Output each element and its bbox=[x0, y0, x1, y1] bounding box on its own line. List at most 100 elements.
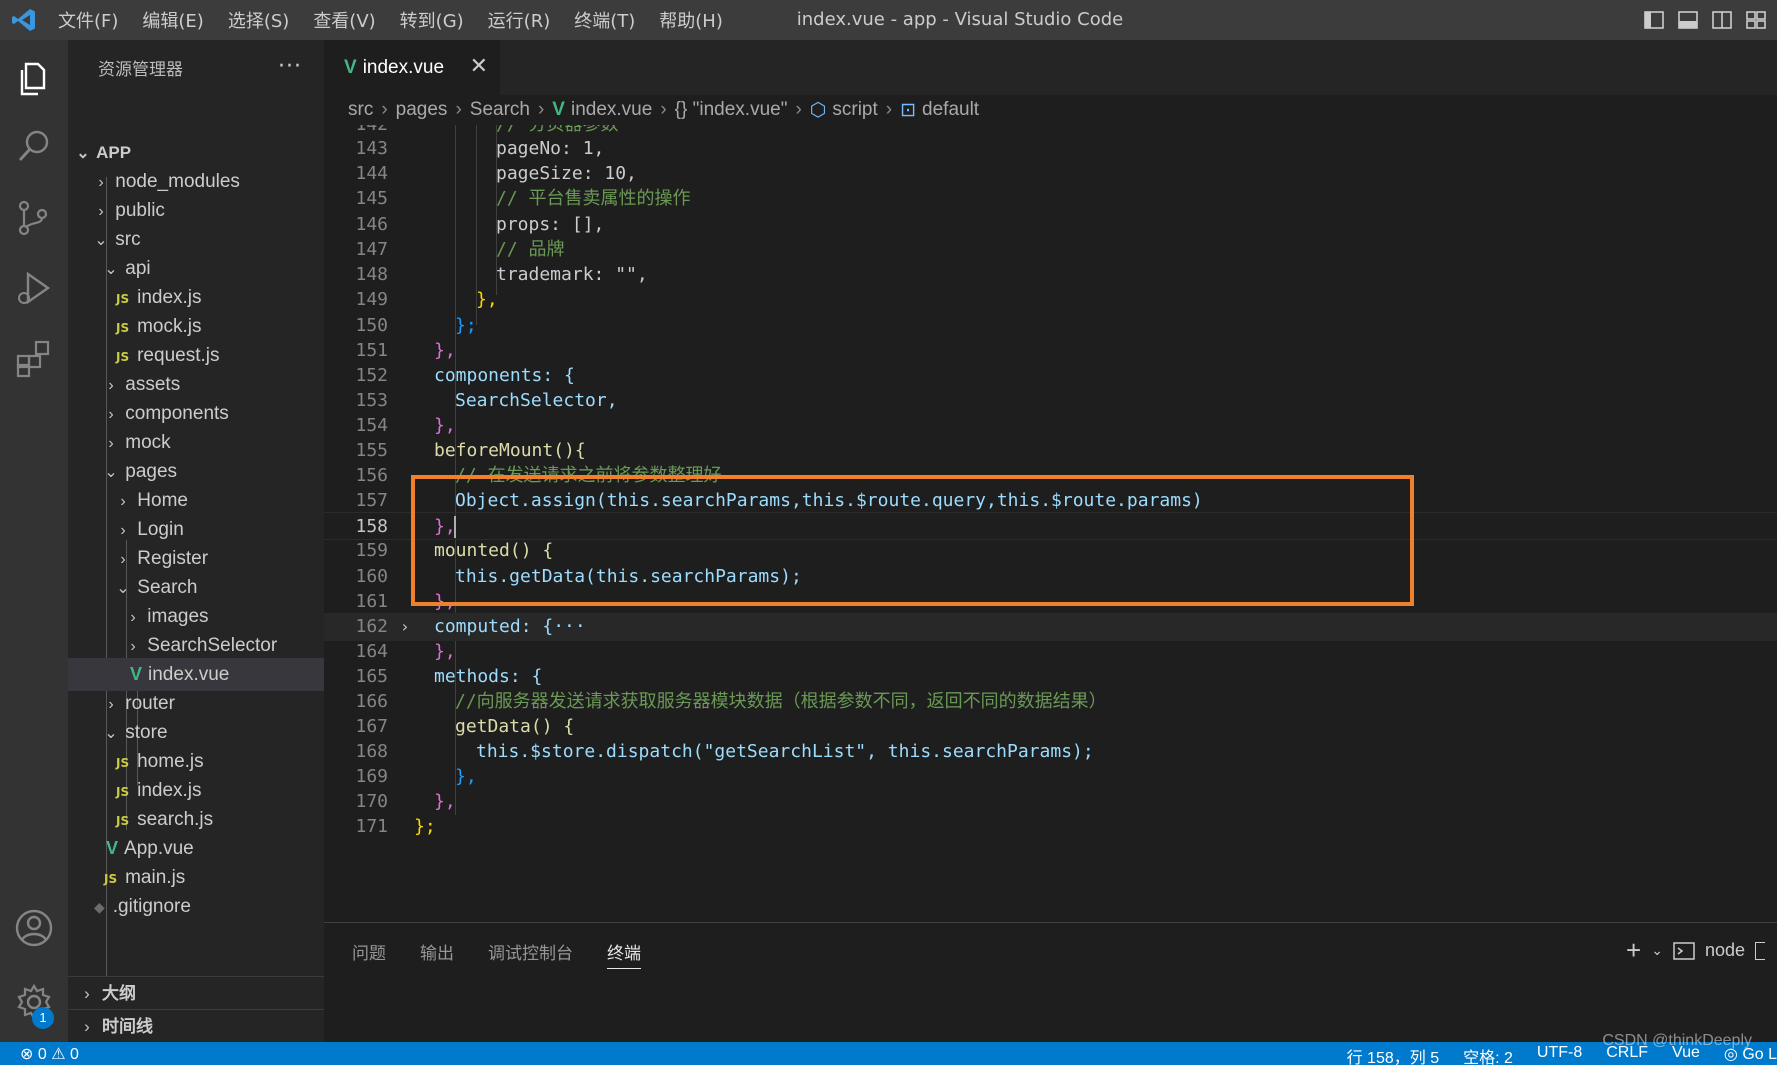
cursor-position[interactable]: 行 158，列 5 bbox=[1347, 1044, 1440, 1065]
bottom-panel: 问题 输出 调试控制台 终端 + ⌄ node bbox=[324, 922, 1777, 1042]
extensions-icon[interactable] bbox=[12, 336, 56, 380]
js-file-icon: JS bbox=[116, 756, 130, 770]
code-text: pageSize: 10, bbox=[496, 163, 637, 184]
editor-tabs: V index.vue ✕ bbox=[324, 40, 1777, 95]
code-text: computed: {··· bbox=[434, 616, 586, 637]
files-icon[interactable] bbox=[12, 56, 56, 100]
menu-selection[interactable]: 选择(S) bbox=[228, 7, 289, 33]
tree-item-label: router bbox=[125, 693, 175, 714]
code-line: 168 this.$store.dispatch("getSearchList",… bbox=[324, 738, 1777, 766]
breadcrumb-item[interactable]: script bbox=[832, 99, 877, 121]
warning-count: 0 bbox=[70, 1046, 79, 1063]
run-debug-icon[interactable] bbox=[12, 266, 56, 310]
terminal-icon bbox=[1673, 941, 1695, 960]
accounts-icon[interactable] bbox=[12, 906, 56, 950]
code-text: getData() { bbox=[455, 716, 575, 737]
git-file-icon: ◆ bbox=[94, 899, 105, 915]
terminal-controls: + ⌄ node bbox=[1626, 935, 1765, 966]
problems-status[interactable]: ⊗ 0 ⚠ 0 bbox=[20, 1044, 79, 1064]
code-text: components: { bbox=[434, 365, 575, 386]
more-actions-icon[interactable]: ··· bbox=[278, 54, 302, 79]
encoding[interactable]: UTF-8 bbox=[1537, 1044, 1582, 1065]
chevron-down-icon[interactable]: ⌄ bbox=[1651, 942, 1663, 959]
code-line-folded: 162 › computed: {··· bbox=[324, 613, 1777, 641]
code-text: methods: { bbox=[434, 666, 543, 687]
tree-item-label: api bbox=[125, 258, 151, 279]
search-icon[interactable] bbox=[12, 124, 56, 168]
tree-item-label: APP bbox=[96, 143, 132, 162]
breadcrumb-item[interactable]: default bbox=[922, 99, 979, 121]
vue-file-icon: V bbox=[344, 56, 357, 78]
tree-item-label: src bbox=[115, 229, 141, 250]
tree-item-label: search.js bbox=[137, 809, 214, 830]
tree-item-label: Login bbox=[137, 519, 184, 540]
menu-view[interactable]: 查看(V) bbox=[313, 7, 375, 33]
code-text: this.$store.dispatch("getSearchList", th… bbox=[476, 741, 1094, 762]
code-text: }, bbox=[434, 791, 456, 812]
tree-item-label: images bbox=[147, 606, 209, 627]
tree-item-label: components bbox=[125, 403, 229, 424]
tree-item-label: request.js bbox=[137, 345, 220, 366]
menu-file[interactable]: 文件(F) bbox=[58, 7, 118, 33]
tab-index-vue[interactable]: V index.vue ✕ bbox=[324, 40, 500, 95]
toggle-secondary-sidebar-icon[interactable] bbox=[1711, 9, 1733, 31]
tree-item-label: Home bbox=[137, 490, 188, 511]
vscode-logo-icon bbox=[12, 9, 35, 31]
js-file-icon: JS bbox=[116, 814, 130, 828]
code-text: pageNo: 1, bbox=[496, 138, 605, 159]
timeline-label: 时间线 bbox=[102, 1017, 153, 1036]
menu-go[interactable]: 转到(G) bbox=[400, 7, 464, 33]
split-terminal-icon[interactable] bbox=[1755, 941, 1765, 960]
breadcrumb-item[interactable]: Search bbox=[470, 99, 530, 121]
timeline-section[interactable]: › 时间线 bbox=[68, 1009, 324, 1042]
tab-output[interactable]: 输出 bbox=[420, 939, 454, 969]
toggle-sidebar-icon[interactable] bbox=[1643, 9, 1665, 31]
outline-section[interactable]: › 大纲 bbox=[68, 976, 324, 1009]
tab-debug-console[interactable]: 调试控制台 bbox=[488, 939, 573, 969]
customize-layout-icon[interactable] bbox=[1745, 9, 1767, 31]
code-line: 164}, bbox=[324, 638, 1777, 666]
code-line: 143 pageNo: 1, bbox=[324, 135, 1777, 163]
activity-bar bbox=[0, 40, 68, 1042]
settings-update-badge: 1 bbox=[32, 1007, 54, 1029]
code-line: 151}, bbox=[324, 337, 1777, 365]
fold-chevron-icon[interactable]: › bbox=[400, 613, 410, 641]
tree-item-label: Register bbox=[137, 548, 209, 569]
breadcrumb-item[interactable]: src bbox=[348, 99, 373, 121]
tree-item-label: App.vue bbox=[124, 838, 194, 859]
code-line: 167 getData() { bbox=[324, 713, 1777, 741]
explorer-header: 资源管理器 ··· bbox=[68, 40, 324, 95]
toggle-panel-icon[interactable] bbox=[1677, 9, 1699, 31]
breadcrumb-item[interactable]: {} "index.vue" bbox=[675, 99, 788, 121]
watermark: CSDN @thinkDeeply bbox=[1602, 1032, 1752, 1049]
code-text: }, bbox=[434, 641, 456, 662]
breadcrumb-item[interactable]: index.vue bbox=[571, 99, 652, 121]
code-line: 169}, bbox=[324, 763, 1777, 791]
symbol-module-icon: ⬡ bbox=[809, 99, 827, 121]
breadcrumb-item[interactable]: pages bbox=[396, 99, 448, 121]
js-file-icon: JS bbox=[116, 321, 130, 335]
warning-icon: ⚠ bbox=[51, 1046, 66, 1063]
code-text: }, bbox=[434, 415, 456, 436]
explorer-title: 资源管理器 bbox=[98, 60, 183, 80]
code-text: trademark: "", bbox=[496, 264, 648, 285]
tab-terminal[interactable]: 终端 bbox=[607, 939, 641, 969]
menu-edit[interactable]: 编辑(E) bbox=[142, 7, 203, 33]
tree-item-gitignore[interactable]: ◆ .gitignore bbox=[68, 890, 324, 923]
menu-terminal[interactable]: 终端(T) bbox=[574, 7, 635, 33]
source-control-icon[interactable] bbox=[12, 196, 56, 240]
code-line: 144 pageSize: 10, bbox=[324, 160, 1777, 188]
new-terminal-icon[interactable]: + bbox=[1626, 935, 1641, 966]
js-file-icon: JS bbox=[116, 292, 130, 306]
code-line: 171}; bbox=[324, 813, 1777, 841]
code-text: // 品牌 bbox=[496, 239, 565, 260]
close-icon[interactable]: ✕ bbox=[470, 53, 488, 79]
terminal-name[interactable]: node bbox=[1705, 940, 1745, 961]
code-text: }, bbox=[455, 766, 477, 787]
menu-bar: 文件(F) 编辑(E) 选择(S) 查看(V) 转到(G) 运行(R) 终端(T… bbox=[58, 0, 747, 40]
tab-problems[interactable]: 问题 bbox=[352, 939, 386, 969]
indentation[interactable]: 空格: 2 bbox=[1463, 1044, 1513, 1065]
menu-run[interactable]: 运行(R) bbox=[488, 7, 551, 33]
code-line: 165 methods: { bbox=[324, 663, 1777, 691]
code-text: //向服务器发送请求获取服务器模块数据（根据参数不同，返回不同的数据结果） bbox=[455, 691, 1107, 712]
